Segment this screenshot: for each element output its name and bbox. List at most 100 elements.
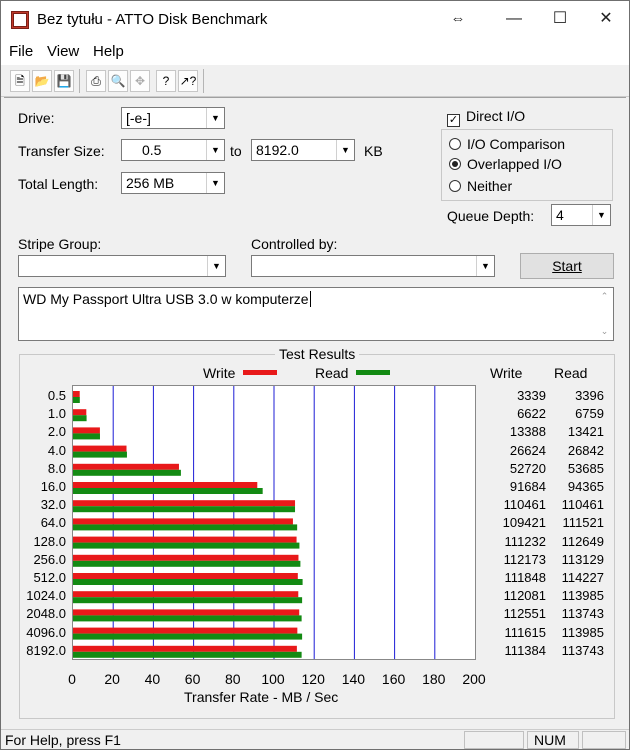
stripe-group-select[interactable]: ▼ [18, 255, 226, 277]
x-tick-label: 80 [225, 671, 241, 687]
bar-write [73, 500, 296, 507]
close-button[interactable]: ✕ [583, 1, 629, 39]
bar-read [73, 651, 302, 658]
row-label: 1.0 [47, 406, 66, 422]
row-label: 4.0 [47, 442, 66, 458]
row-label: 4096.0 [26, 624, 66, 640]
test-results-group: Test Results Write Read Write Read 0.5 1.… [19, 346, 615, 719]
row-label: 0.5 [47, 388, 66, 403]
row-label: 64.0 [40, 515, 66, 531]
x-tick-label: 120 [301, 671, 325, 687]
bar-write [73, 482, 258, 488]
new-icon[interactable]: 🗎 [10, 70, 30, 92]
description-input[interactable]: WD My Passport Ultra USB 3.0 w komputerz… [18, 287, 614, 341]
read-value: 94365 [567, 479, 604, 494]
controlled-by-select[interactable]: ▼ [251, 255, 495, 277]
row-label: 1024.0 [26, 588, 66, 604]
x-tick-label: 60 [184, 671, 201, 687]
bar-read [73, 415, 87, 422]
read-value: 113743 [561, 642, 604, 658]
write-value: 13388 [509, 424, 546, 440]
read-value: 113743 [561, 606, 604, 622]
bar-read [73, 451, 127, 458]
write-swatch [243, 370, 278, 375]
app-window: Bez tytułu - ATTO Disk Benchmark ⇔ — ☐ ✕… [0, 0, 630, 750]
read-value: 113985 [561, 624, 604, 640]
transfer-size-from-select[interactable]: 0.5 ▼ [121, 139, 225, 161]
start-button[interactable]: Start [520, 253, 614, 279]
write-value: 6622 [517, 406, 546, 422]
neither-radio[interactable]: Neither [449, 178, 512, 194]
x-tick-label: 200 [462, 671, 486, 687]
write-value: 109421 [502, 515, 546, 531]
transfer-rate-chart [72, 385, 476, 660]
read-value: 113985 [561, 588, 604, 604]
drive-label: Drive: [18, 110, 55, 126]
read-swatch [356, 370, 391, 375]
row-label: 128.0 [33, 533, 66, 549]
chevron-down-icon: ⌄ [600, 326, 609, 336]
chevron-down-icon: ▼ [206, 173, 224, 193]
x-tick-label: 20 [104, 671, 120, 687]
resize-icon: ⇔ [450, 10, 466, 27]
transfer-size-to-select[interactable]: 8192.0 ▼ [251, 139, 355, 161]
bar-write [73, 554, 299, 561]
write-value: 52720 [509, 460, 546, 476]
bar-write [73, 609, 300, 616]
row-label: 2.0 [47, 424, 66, 440]
window-title: Bez tytułu - ATTO Disk Benchmark [37, 11, 268, 28]
controlled-by-label: Controlled by: [251, 236, 338, 252]
print-preview-icon[interactable]: 🔍 [108, 70, 128, 92]
print-icon[interactable]: ⎙ [86, 70, 106, 92]
x-tick-label: 180 [422, 671, 446, 687]
menu-help[interactable]: Help [93, 43, 124, 60]
bar-read [73, 579, 303, 585]
drive-select[interactable]: [-e-] ▼ [121, 107, 225, 129]
bar-write [73, 391, 80, 397]
io-comparison-radio[interactable]: I/O Comparison [449, 136, 565, 152]
bar-read [73, 633, 303, 640]
bar-read [73, 597, 303, 604]
save-icon[interactable]: 💾 [54, 70, 74, 92]
chevron-down-icon: ▼ [336, 140, 354, 160]
checkmark-icon: ✓ [447, 114, 460, 127]
chevron-down-icon: ▼ [592, 205, 610, 225]
menu-file[interactable]: File [9, 43, 33, 60]
read-value: 3396 [575, 388, 604, 403]
bar-write [73, 627, 298, 634]
help-icon[interactable]: ? [156, 70, 176, 92]
move-icon[interactable]: ✥ [130, 70, 150, 92]
total-length-label: Total Length: [18, 176, 99, 192]
read-value: 113129 [561, 551, 604, 567]
bar-write [73, 645, 297, 652]
queue-depth-select[interactable]: 4 ▼ [551, 204, 611, 226]
minimize-button[interactable]: — [491, 1, 537, 39]
write-value: 111615 [504, 624, 546, 640]
read-value: 110461 [561, 497, 604, 513]
description-scrollbar[interactable]: ⌃ ⌄ [596, 288, 613, 340]
direct-io-checkbox[interactable]: ✓ Direct I/O [447, 108, 525, 127]
transfer-size-label: Transfer Size: [18, 143, 105, 159]
context-help-icon[interactable]: ↗? [178, 70, 198, 92]
open-icon[interactable]: 📂 [32, 70, 52, 92]
read-value: 112649 [561, 533, 604, 549]
write-value: 110461 [503, 497, 546, 513]
read-value: 13421 [567, 424, 604, 440]
write-value: 112173 [503, 551, 546, 567]
bar-read [73, 469, 181, 476]
row-label: 8.0 [47, 460, 66, 476]
row-label: 16.0 [40, 479, 66, 494]
status-bar: For Help, press F1 NUM [1, 729, 629, 749]
title-bar[interactable]: Bez tytułu - ATTO Disk Benchmark ⇔ — ☐ ✕ [1, 1, 629, 39]
read-value: 26842 [567, 442, 604, 458]
menu-bar: File View Help [1, 39, 629, 65]
bar-write [73, 536, 297, 543]
write-value: 111232 [504, 533, 546, 549]
maximize-button[interactable]: ☐ [537, 1, 583, 39]
overlapped-io-radio[interactable]: Overlapped I/O [449, 156, 562, 172]
read-value: 111521 [562, 515, 604, 531]
menu-view[interactable]: View [47, 43, 79, 60]
total-length-select[interactable]: 256 MB ▼ [121, 172, 225, 194]
write-value: 26624 [509, 442, 546, 458]
read-value: 114227 [561, 570, 604, 585]
